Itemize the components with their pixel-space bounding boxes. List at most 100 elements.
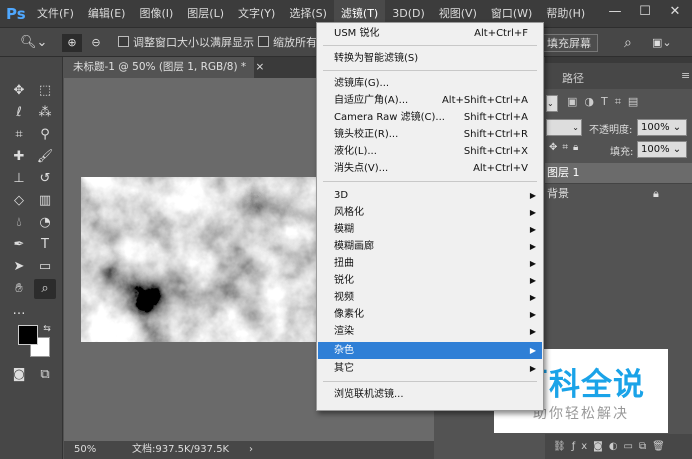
menu-item-vanishing-point[interactable]: 消失点(V)... Alt+Ctrl+V	[318, 160, 542, 177]
menu-separator	[323, 45, 537, 46]
fill-input[interactable]: 100% ⌄	[637, 141, 687, 158]
crop-tool-icon[interactable]: ⌗	[8, 125, 30, 145]
menu-separator	[323, 181, 537, 182]
submenu-arrow-icon: ▶	[529, 327, 536, 336]
magic-wand-icon[interactable]: ⁂	[34, 103, 56, 123]
resize-windows-checkbox[interactable]: 调整窗口大小以满屏显示	[118, 34, 254, 52]
menu-help[interactable]: 帮助(H)	[539, 0, 592, 27]
filter-kind-dropdown[interactable]: ⌄	[546, 95, 558, 112]
menu-item-blur[interactable]: 模糊 ▶	[318, 221, 542, 238]
eraser-icon[interactable]: ◇	[8, 191, 30, 211]
close-tab-icon[interactable]: ×	[256, 61, 265, 73]
menu-item-shortcut: Alt+Ctrl+F	[474, 28, 528, 39]
opacity-input[interactable]: 100% ⌄	[637, 119, 687, 136]
zoom-out-icon[interactable]: ⊖	[86, 34, 106, 52]
panel-menu-icon[interactable]: ≡	[681, 69, 690, 82]
menu-file[interactable]: 文件(F)	[30, 0, 81, 27]
workspace-icon[interactable]: ▣⌄	[652, 34, 672, 52]
rectangle-tool-icon[interactable]: ▭	[34, 257, 56, 277]
layer-row-background[interactable]: 背景 🔒︎	[545, 183, 692, 203]
blend-mode-dropdown[interactable]: ⌄	[546, 119, 582, 136]
menu-layer[interactable]: 图层(L)	[180, 0, 231, 27]
menu-item-label: 自适应广角(A)...	[334, 95, 409, 106]
tab-paths[interactable]: 路径	[562, 70, 584, 86]
layer-filter-icons[interactable]: ▣◑T⌗▤	[567, 95, 645, 109]
zoom-level[interactable]: 50%	[74, 441, 96, 459]
menu-type[interactable]: 文字(Y)	[231, 0, 282, 27]
eyedropper-icon[interactable]: ⚲	[34, 125, 56, 145]
menu-item-shortcut: Shift+Ctrl+A	[463, 112, 528, 123]
layer-bottom-icons[interactable]: ⛓ƒx◙◐▭⧉🗑︎	[545, 434, 692, 459]
healing-brush-icon[interactable]: ✚	[8, 147, 30, 167]
menu-item-sharpen[interactable]: 锐化 ▶	[318, 272, 542, 289]
move-tool-icon[interactable]: ✥	[8, 81, 30, 101]
submenu-arrow-icon: ▶	[529, 364, 536, 373]
document-title: 未标题-1 @ 50% (图层 1, RGB/8) *	[73, 61, 247, 73]
menu-image[interactable]: 图像(I)	[132, 0, 180, 27]
menu-item-distort[interactable]: 扭曲 ▶	[318, 255, 542, 272]
history-brush-icon[interactable]: ↺	[34, 169, 56, 189]
menu-item-shortcut: Shift+Ctrl+R	[463, 129, 528, 140]
screen-mode-icon[interactable]: ⧉	[34, 365, 56, 385]
clouds-texture	[81, 177, 331, 342]
zoom-in-icon[interactable]: ⊕	[62, 34, 82, 52]
menu-item-pixelate[interactable]: 像素化 ▶	[318, 306, 542, 323]
minimize-icon[interactable]: —	[604, 2, 626, 22]
layer-name: 背景	[547, 187, 569, 200]
clouds-image[interactable]	[81, 177, 331, 342]
menu-item-blur-gallery[interactable]: 模糊画廊 ▶	[318, 238, 542, 255]
menu-separator	[323, 70, 537, 71]
search-icon[interactable]: ⌕	[624, 34, 632, 52]
close-window-icon[interactable]: ✕	[664, 2, 686, 22]
menu-item-filter-gallery[interactable]: 滤镜库(G)...	[318, 75, 542, 92]
marquee-tool-icon[interactable]: ⬚	[34, 81, 56, 101]
maximize-icon[interactable]: ☐	[634, 2, 656, 22]
gradient-tool-icon[interactable]: ▥	[34, 191, 56, 211]
menu-item-usm-sharpen[interactable]: USM 锐化 Alt+Ctrl+F	[318, 25, 542, 42]
more-tools-icon[interactable]: …	[8, 301, 30, 321]
clone-stamp-icon[interactable]: ⊥	[8, 169, 30, 189]
zoom-tool-icon[interactable]: 🔍︎⌄	[20, 34, 47, 52]
menu-item-other[interactable]: 其它 ▶	[318, 360, 542, 377]
pen-tool-icon[interactable]: ✒	[8, 235, 30, 255]
menu-item-lens-correction[interactable]: 镜头校正(R)... Shift+Ctrl+R	[318, 126, 542, 143]
swap-colors-icon[interactable]: ⇆	[36, 319, 58, 339]
status-arrow-icon[interactable]: ›	[249, 441, 253, 459]
lock-icon: 🔒︎	[653, 187, 659, 200]
menu-item-shortcut: Shift+Ctrl+X	[463, 146, 528, 157]
layer-row-1[interactable]: 图层 1	[545, 163, 692, 183]
menu-item-label: 液化(L)...	[334, 146, 377, 157]
menu-item-label: 渲染	[334, 326, 354, 337]
type-tool-icon[interactable]: T	[34, 235, 56, 255]
quick-mask-icon[interactable]: ◙	[8, 365, 30, 385]
menu-item-label: 消失点(V)...	[334, 163, 389, 174]
path-select-icon[interactable]: ➤	[8, 257, 30, 277]
document-tab[interactable]: 未标题-1 @ 50% (图层 1, RGB/8) * ×	[64, 57, 264, 78]
menu-item-3d[interactable]: 3D ▶	[318, 187, 542, 204]
menu-item-noise[interactable]: 杂色 ▶	[318, 342, 542, 359]
zoom-tool-selected-icon[interactable]: ⌕	[34, 279, 56, 299]
menu-item-render[interactable]: 渲染 ▶	[318, 323, 542, 340]
lock-icons[interactable]: ✥⌗🔒︎	[549, 142, 583, 153]
menu-item-label: USM 锐化	[334, 28, 380, 39]
foreground-color-front	[18, 325, 38, 345]
menu-item-adaptive-wide-angle[interactable]: 自适应广角(A)... Alt+Shift+Ctrl+A	[318, 92, 542, 109]
brush-tool-icon[interactable]: 🖌︎	[34, 147, 56, 167]
fill-screen-button[interactable]: 填充屏幕	[540, 34, 598, 52]
menu-item-browse-filters-online[interactable]: 浏览联机滤镜...	[318, 386, 542, 403]
menu-item-convert-smart-filter[interactable]: 转换为智能滤镜(S)	[318, 50, 542, 67]
status-bar: 50% 文档:937.5K/937.5K ›	[64, 441, 434, 459]
menu-item-liquify[interactable]: 液化(L)... Shift+Ctrl+X	[318, 143, 542, 160]
menu-edit[interactable]: 编辑(E)	[81, 0, 133, 27]
hand-tool-icon[interactable]: ✋︎	[8, 279, 30, 299]
menu-item-camera-raw[interactable]: Camera Raw 滤镜(C)... Shift+Ctrl+A	[318, 109, 542, 126]
menu-item-video[interactable]: 视频 ▶	[318, 289, 542, 306]
filter-menu-dropdown: USM 锐化 Alt+Ctrl+F 转换为智能滤镜(S) 滤镜库(G)... 自适…	[316, 22, 544, 411]
lasso-tool-icon[interactable]: ℓ	[8, 103, 30, 123]
dodge-tool-icon[interactable]: ◔	[34, 213, 56, 233]
resize-windows-label: 调整窗口大小以满屏显示	[133, 36, 254, 49]
photoshop-logo: Ps	[6, 4, 26, 23]
menu-item-label: 视频	[334, 292, 354, 303]
blur-tool-icon[interactable]: 💧︎	[8, 213, 30, 233]
menu-item-stylize[interactable]: 风格化 ▶	[318, 204, 542, 221]
